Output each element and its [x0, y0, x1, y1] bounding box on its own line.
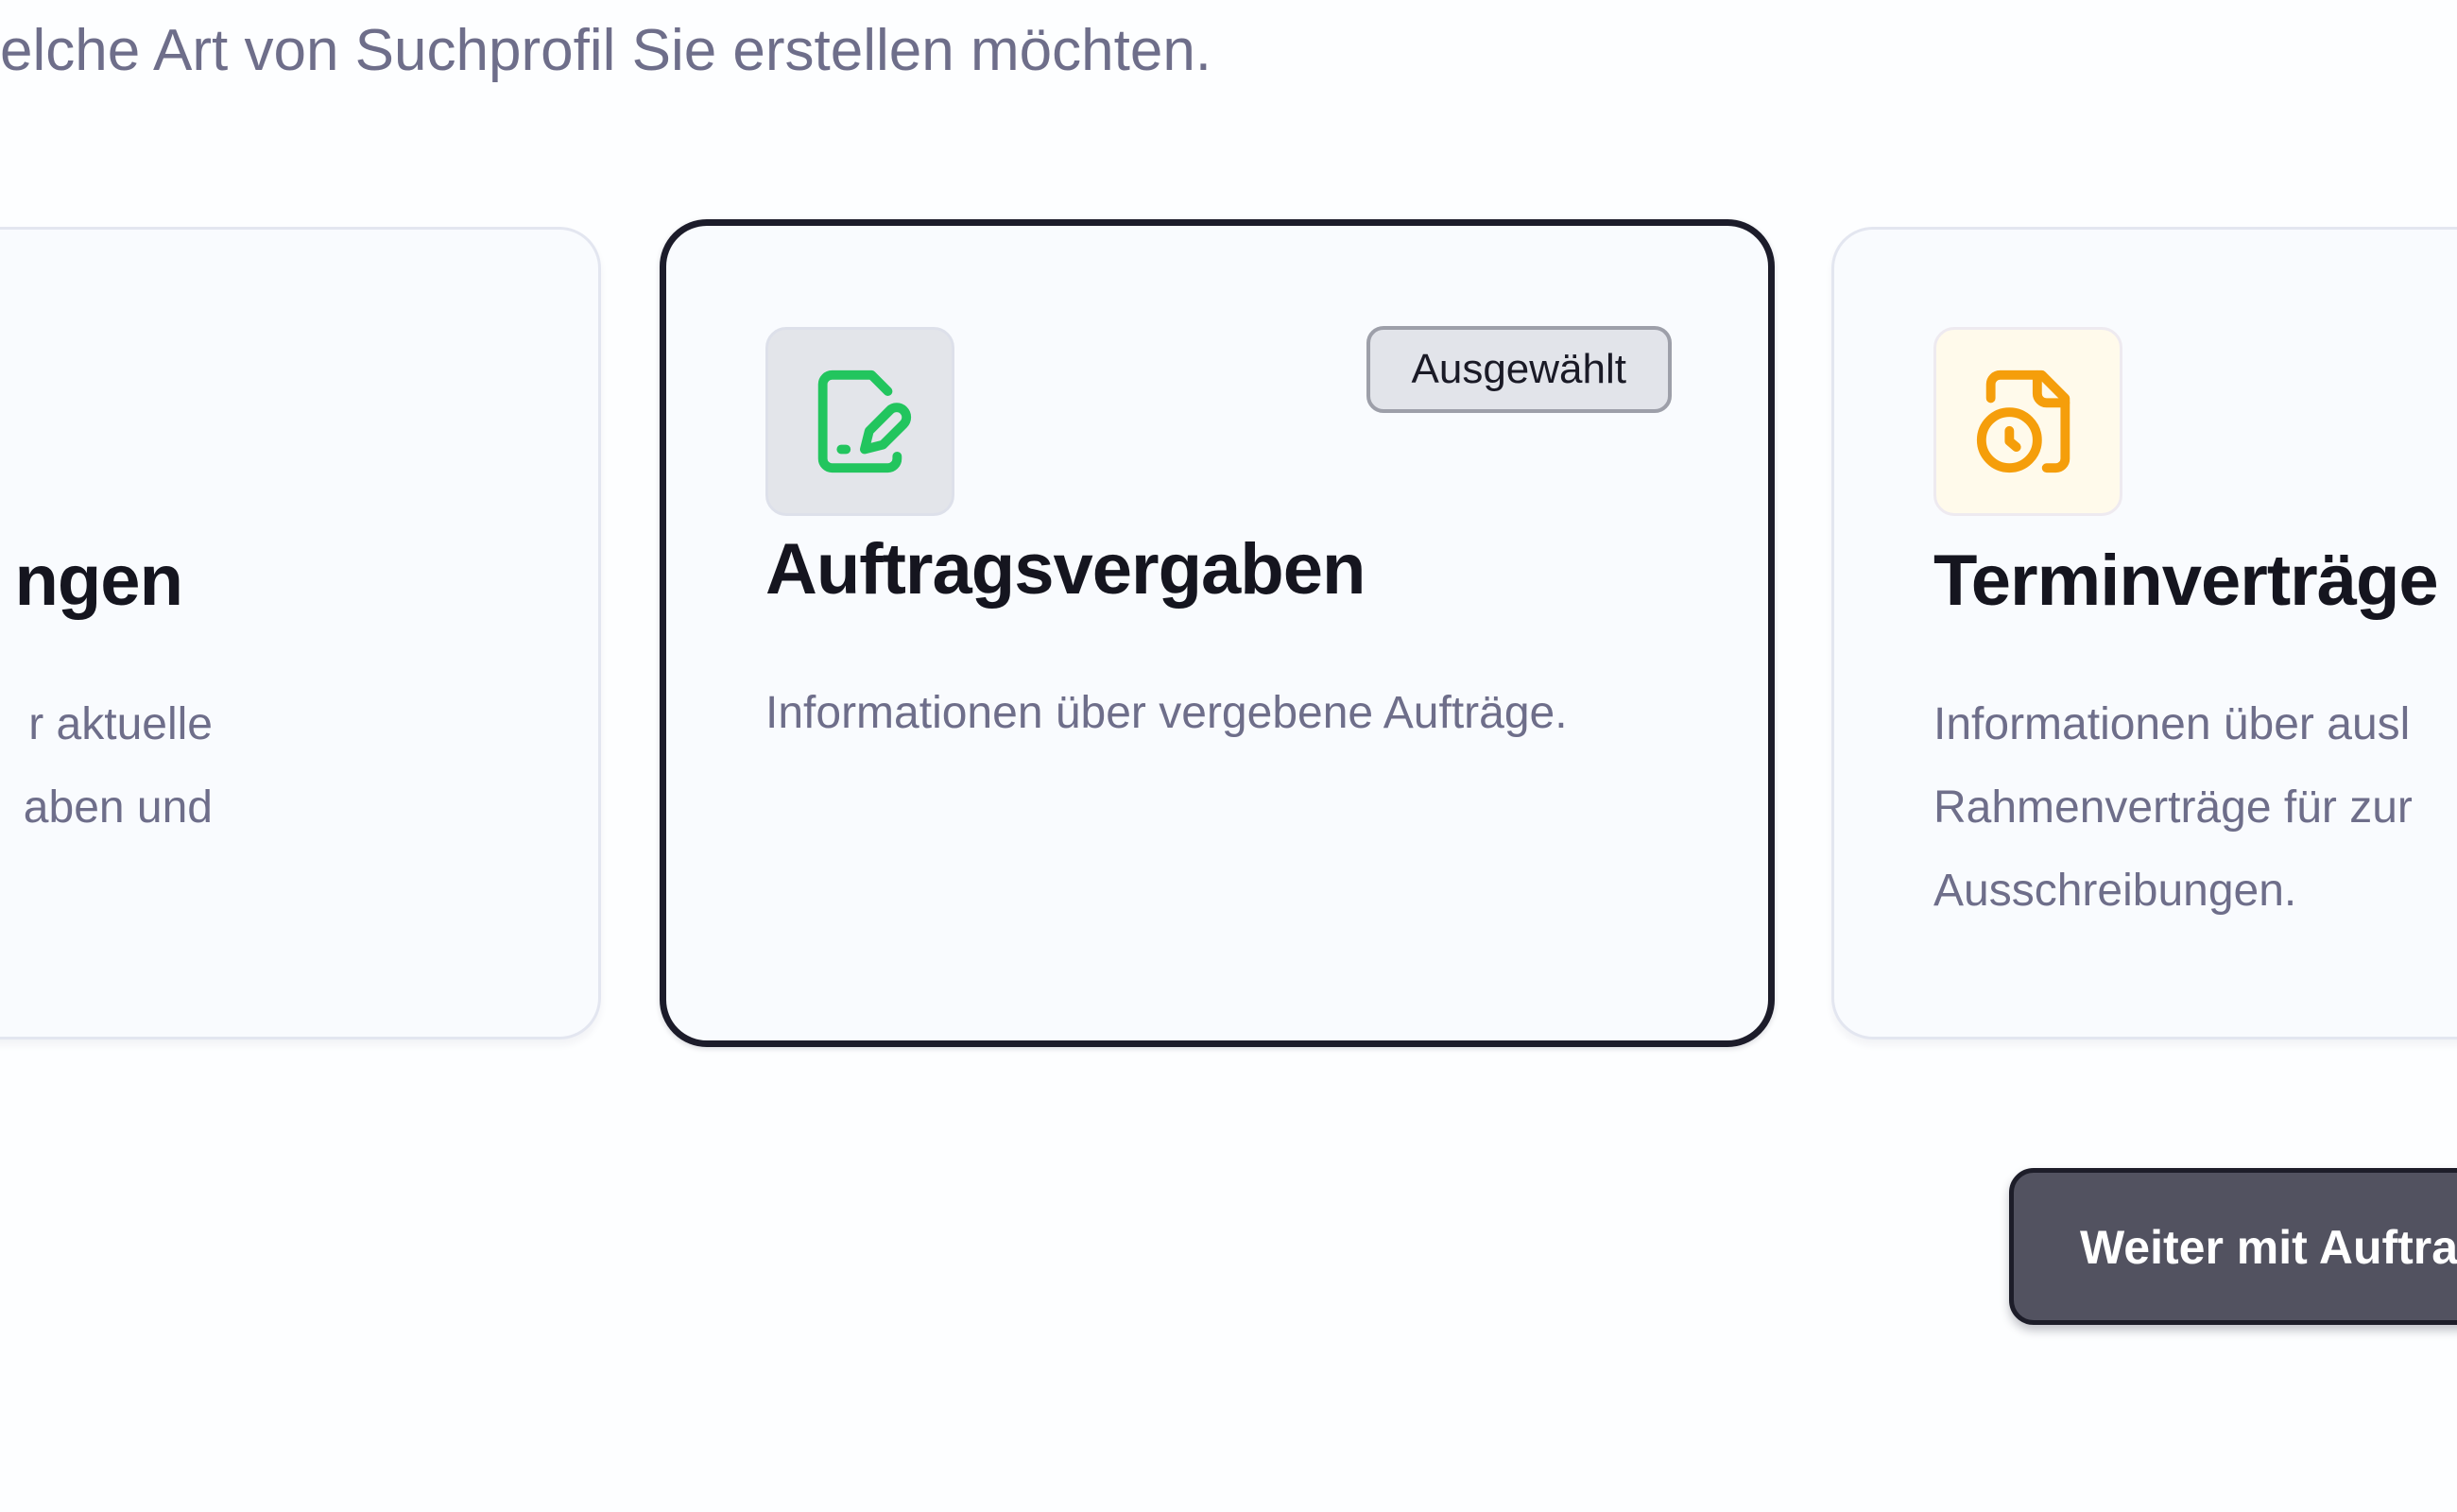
card-icon-box: [1933, 327, 2122, 516]
file-clock-icon: [1976, 369, 2070, 473]
file-signature-icon: [817, 369, 912, 473]
profile-type-card-left[interactable]: ngen r aktuelle aben und: [0, 227, 601, 1040]
card-description-line: Informationen über ausl: [1933, 699, 2411, 749]
profile-type-card-auftragsvergaben[interactable]: Ausgewählt Auftragsvergaben Informatione…: [660, 219, 1775, 1047]
card-description: r aktuelle aben und: [24, 683, 213, 850]
card-description-line: aben und: [23, 782, 213, 833]
card-description: Informationen über ausl Rahmenverträge f…: [1933, 683, 2413, 933]
card-description-line: Ausschreibungen.: [1933, 866, 2297, 916]
card-title: Auftragsvergaben: [765, 529, 1366, 610]
card-description-line: r aktuelle: [28, 699, 213, 749]
card-description-line: Rahmenverträge für zur: [1933, 782, 2413, 833]
continue-button[interactable]: Weiter mit Auftra: [2009, 1168, 2457, 1325]
page-subtitle: elche Art von Suchprofil Sie erstellen m…: [0, 18, 1212, 83]
card-title: ngen: [14, 541, 183, 621]
card-title: Terminverträge: [1933, 541, 2439, 621]
card-description-line: Informationen über vergebene Aufträge.: [765, 688, 1568, 738]
selected-badge: Ausgewählt: [1366, 326, 1672, 413]
card-description: Informationen über vergebene Aufträge.: [765, 672, 1568, 755]
card-icon-box: [765, 327, 954, 516]
profile-type-card-terminvertraege[interactable]: Terminverträge Informationen über ausl R…: [1831, 227, 2457, 1040]
